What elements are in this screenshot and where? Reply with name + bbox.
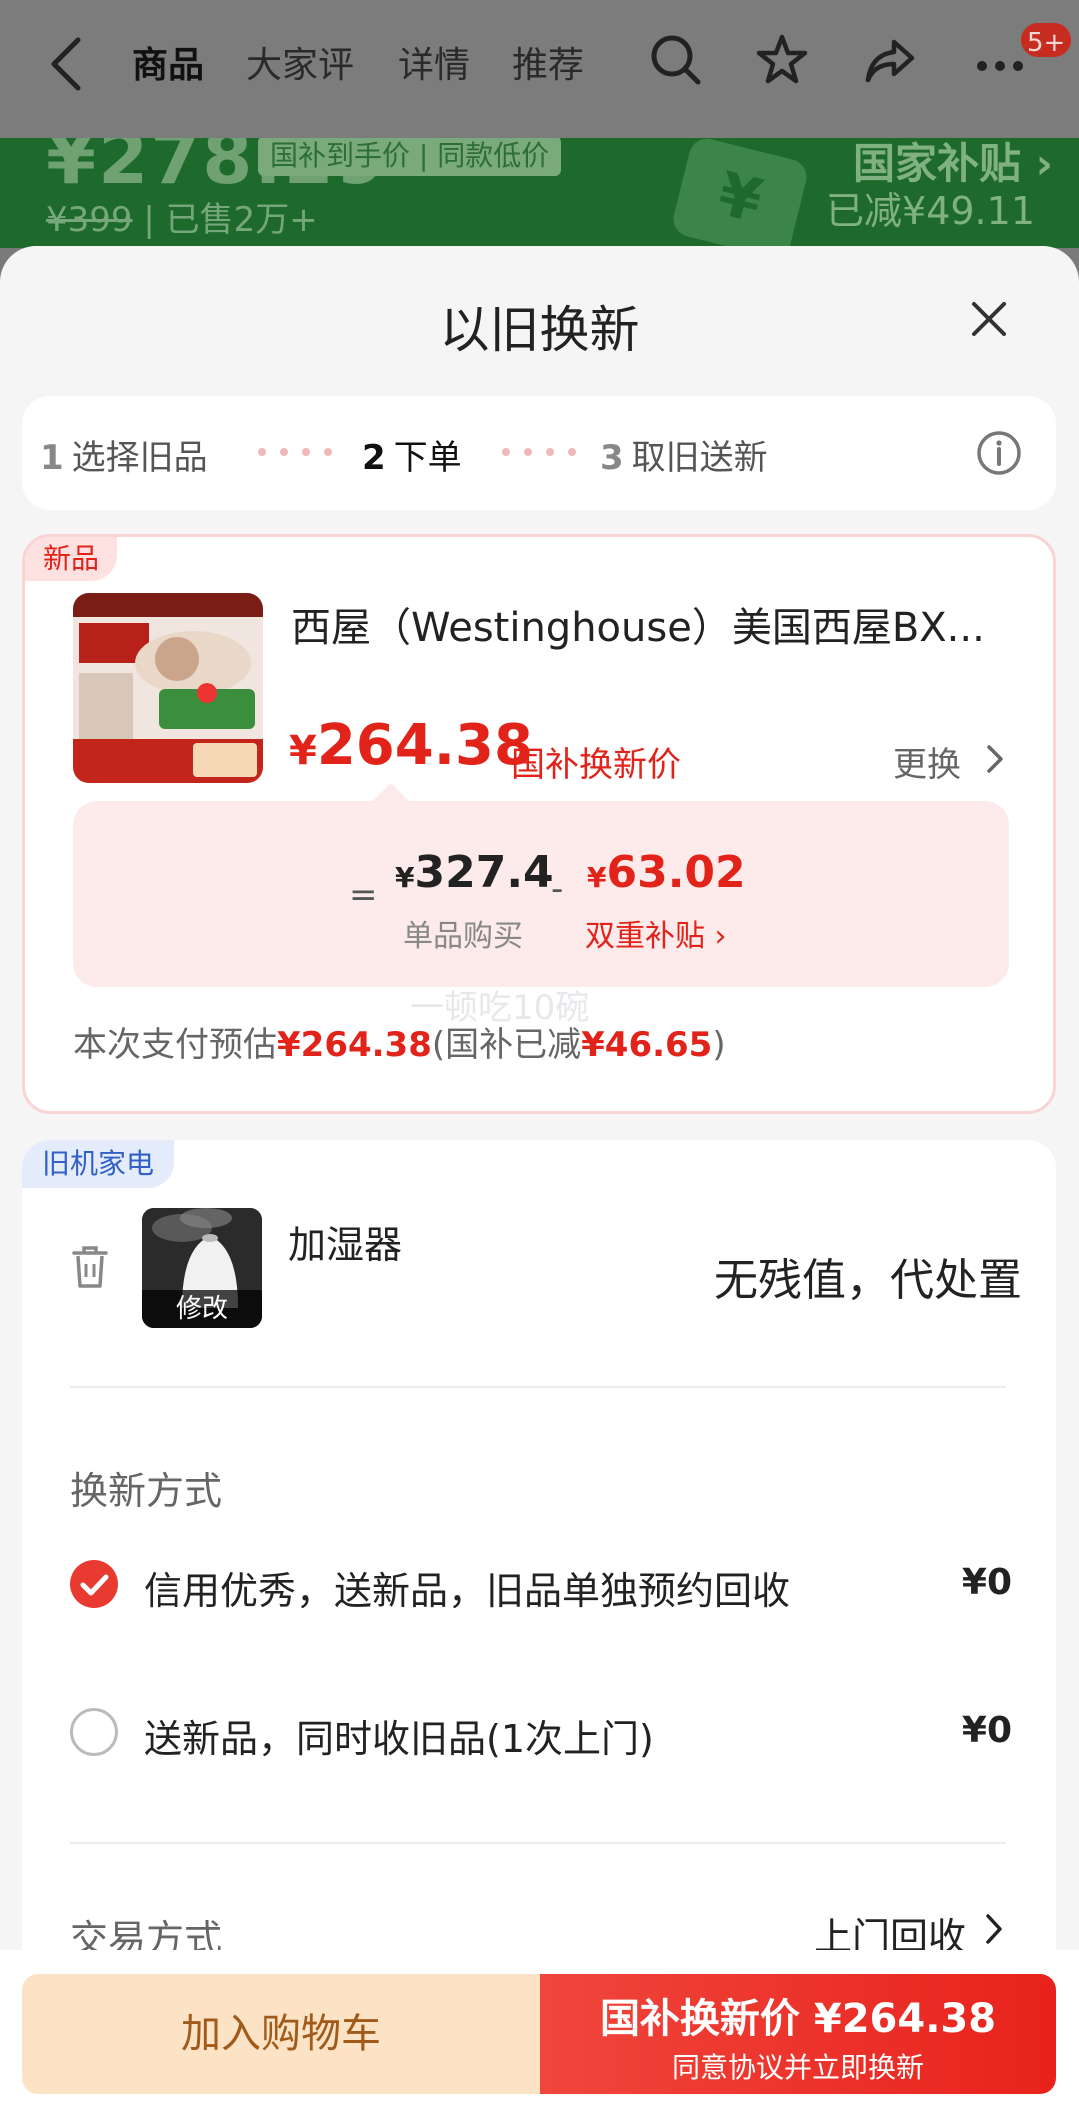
buy-agreement-label: 同意协议并立即换新: [671, 2051, 924, 2084]
tradein-price: ¥264.38: [289, 713, 533, 778]
old-item-tag: 旧机家电: [22, 1140, 175, 1188]
close-icon[interactable]: [966, 296, 1012, 342]
change-product-button[interactable]: 更换: [893, 737, 961, 786]
single-price-label: 单品购买: [403, 919, 523, 954]
step-dots: [502, 448, 576, 456]
check-icon: [80, 1574, 109, 1596]
trash-icon[interactable]: [70, 1244, 110, 1290]
star-icon[interactable]: [754, 32, 810, 88]
message-count-badge: 5+: [1018, 20, 1075, 60]
divider: [70, 1386, 1006, 1388]
chevron-right-icon[interactable]: [982, 1912, 1006, 1946]
bottom-action-bar: 加入购物车 国补换新价 ¥264.38 同意协议并立即换新: [0, 1950, 1079, 2111]
old-item-name: 加湿器: [288, 1223, 403, 1267]
subsidy-price-banner: ¥278.29 国补到手价 | 同款低价 ¥399 | 已售2万+ ¥ 国家补贴…: [0, 138, 1079, 248]
new-item-tag: 新品: [25, 537, 118, 581]
step-deliver: 3 取旧送新: [600, 438, 768, 478]
back-arrow-icon[interactable]: [46, 34, 86, 94]
product-name: 西屋（Westinghouse）美国西屋BX...: [291, 605, 985, 651]
edit-old-item-button[interactable]: 修改: [142, 1290, 262, 1328]
step-dots: [258, 448, 332, 456]
option-radio-selected[interactable]: [70, 1560, 118, 1608]
double-subsidy-link[interactable]: 双重补贴 ›: [585, 911, 727, 955]
equals-sign: =: [349, 875, 378, 915]
option-price: ¥0: [961, 1562, 1012, 1603]
chevron-right-icon[interactable]: [983, 743, 1007, 775]
old-item-value: 无残值，代处置: [714, 1255, 1022, 1306]
add-to-cart-button[interactable]: 加入购物车: [22, 1974, 540, 2094]
banner-reduced-amount: 已减¥49.11: [826, 189, 1035, 233]
top-nav-bar: 商品 大家评 详情 推荐 5+: [0, 0, 1079, 138]
product-thumbnail[interactable]: [73, 593, 263, 783]
watermark: 一顿吃10碗: [410, 988, 590, 1028]
buy-price-label: 国补换新价 ¥264.38: [599, 1996, 997, 2042]
original-price: ¥399: [46, 200, 133, 240]
minus-sign: -: [551, 869, 564, 909]
tradein-price-label: 国补换新价: [511, 745, 681, 785]
step-order: 2 下单: [362, 438, 462, 478]
double-subsidy-amount: ¥63.02: [587, 847, 746, 898]
share-icon[interactable]: [862, 32, 918, 88]
humidifier-thumbnail[interactable]: 修改: [142, 1208, 262, 1328]
option-label[interactable]: 送新品，同时收旧品(1次上门): [144, 1708, 654, 1763]
trade-in-sheet: 以旧换新 1 选择旧品 2 下单 3 取旧送新 新品 西屋（Westinghou…: [0, 246, 1079, 2111]
tab-details[interactable]: 详情: [398, 36, 470, 88]
step-select-old: 1 选择旧品: [40, 438, 208, 478]
option-radio-unselected[interactable]: [70, 1708, 118, 1756]
tab-product[interactable]: 商品: [132, 36, 204, 88]
sold-count: 已售2万+: [165, 200, 318, 240]
price-breakdown: = ¥327.4 单品购买 - ¥63.02 双重补贴 ›: [73, 783, 1009, 987]
buy-now-button[interactable]: 国补换新价 ¥264.38 同意协议并立即换新: [540, 1974, 1056, 2094]
info-icon[interactable]: [976, 430, 1022, 476]
yen-coin-icon: ¥: [669, 138, 811, 248]
massager-image-icon: [73, 593, 263, 783]
option-label[interactable]: 信用优秀，送新品，旧品单独预约回收: [144, 1560, 790, 1615]
sheet-title: 以旧换新: [439, 301, 640, 359]
tab-reviews[interactable]: 大家评: [246, 36, 354, 88]
banner-original-sold: ¥399 | 已售2万+: [46, 200, 318, 240]
option-price: ¥0: [961, 1710, 1012, 1751]
divider: [70, 1842, 1006, 1844]
method-section-title: 换新方式: [70, 1469, 223, 1513]
payment-estimate: 本次支付预估¥264.38(国补已减¥46.65): [73, 1025, 726, 1065]
tab-recommend[interactable]: 推荐: [512, 36, 584, 88]
single-price: ¥327.4: [395, 847, 554, 898]
progress-steps: 1 选择旧品 2 下单 3 取旧送新: [22, 396, 1056, 510]
banner-price-tag: 国补到手价 | 同款低价: [258, 138, 562, 176]
search-icon[interactable]: [648, 32, 704, 88]
